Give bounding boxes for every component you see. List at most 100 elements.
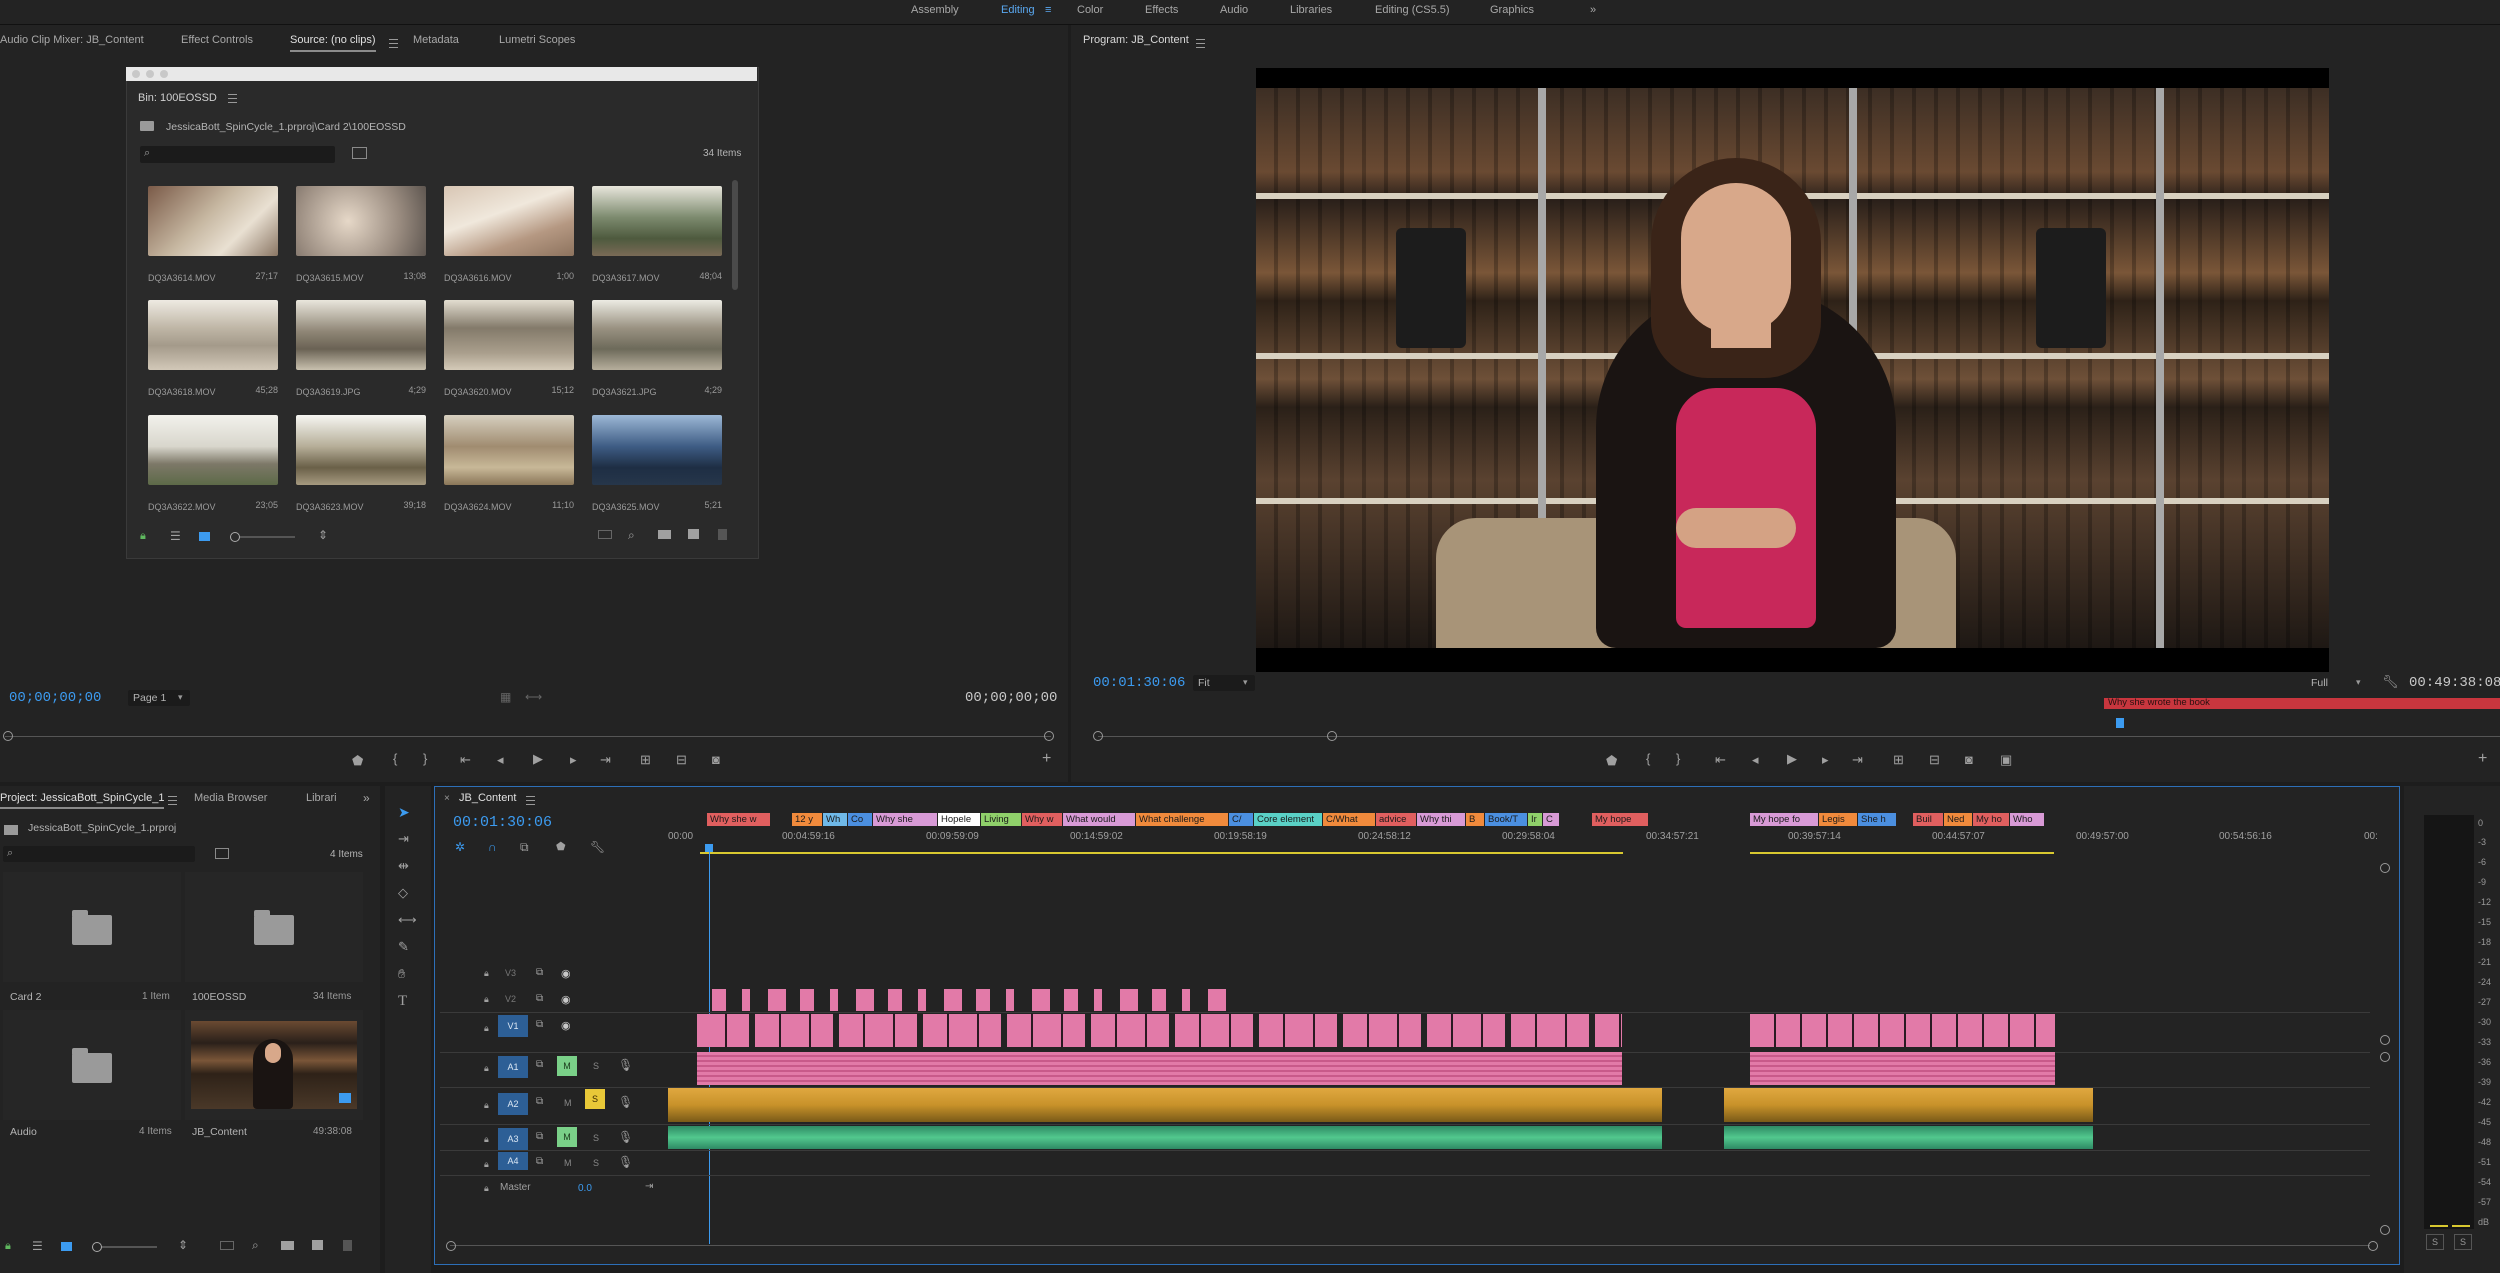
add-marker-icon[interactable]: ⬟ [556, 840, 566, 853]
find-icon[interactable]: ⌕ [628, 528, 635, 543]
lock-icon[interactable]: 🔒︎ [484, 1183, 489, 1194]
project-item-jb-content[interactable] [185, 1010, 363, 1120]
solo-button[interactable]: S [593, 1158, 599, 1168]
track-label-v1[interactable]: V1 [498, 1015, 528, 1037]
zoom-slider[interactable] [92, 1242, 157, 1252]
mark-in-icon[interactable]: { [393, 751, 397, 766]
sequence-marker[interactable]: What challenge [1136, 813, 1228, 826]
solo-right-button[interactable]: S [2454, 1234, 2472, 1250]
solo-button[interactable]: S [593, 1061, 599, 1071]
a2-audio-clip-1[interactable] [668, 1088, 1662, 1122]
program-timecode[interactable]: 00:01:30:06 [1093, 675, 1185, 691]
tab-project[interactable]: Project: JessicaBott_SpinCycle_1 [0, 792, 165, 809]
program-zoom-handle-left[interactable] [1093, 731, 1103, 741]
timeline-zoom-handle-right[interactable] [2368, 1241, 2378, 1251]
fit-select[interactable]: Fit ▾ [1193, 675, 1255, 691]
sequence-marker[interactable]: She h [1858, 813, 1896, 826]
nest-icon[interactable]: ✲ [455, 840, 465, 854]
clip-thumbnail[interactable] [592, 300, 722, 370]
solo-left-button[interactable]: S [2426, 1234, 2444, 1250]
a1-clips-group-1[interactable] [697, 1052, 1622, 1085]
sequence-marker[interactable]: B [1466, 813, 1484, 826]
wrench-icon[interactable]: 🔧︎ [2382, 674, 2399, 690]
slip-tool-icon[interactable]: ⟷ [398, 912, 417, 928]
source-timecode[interactable]: 00;00;00;00 [9, 690, 101, 706]
step-back-icon[interactable]: ◂ [497, 752, 504, 768]
tab-audio-clip-mixer[interactable]: Audio Clip Mixer: JB_Content [0, 34, 144, 46]
mark-in-icon[interactable]: { [1646, 751, 1650, 766]
lock-icon[interactable]: 🔒︎ [5, 1240, 11, 1253]
fit-icon[interactable]: ▦ [500, 690, 511, 704]
mark-out-icon[interactable]: } [423, 751, 427, 766]
go-to-out-icon[interactable]: ⇥ [1852, 752, 1863, 768]
lock-icon[interactable]: 🔒︎ [484, 1100, 489, 1111]
icon-view-icon[interactable] [61, 1242, 72, 1251]
button-editor-icon[interactable]: + [2478, 750, 2487, 768]
workspace-color[interactable]: Color [1077, 4, 1103, 16]
mute-button[interactable]: M [557, 1056, 577, 1076]
clip-thumbnail[interactable] [444, 186, 574, 256]
sort-icon[interactable]: ⇕ [178, 1238, 188, 1252]
program-playhead[interactable] [2116, 718, 2124, 728]
zoom-slider[interactable] [230, 532, 295, 542]
source-scrub-bar[interactable] [5, 736, 1051, 737]
close-icon[interactable] [132, 70, 140, 78]
eye-icon[interactable]: ◉ [561, 967, 571, 980]
mute-button[interactable]: M [557, 1127, 577, 1147]
program-scrub-bar[interactable] [1098, 736, 2500, 737]
go-to-in-icon[interactable]: ⇤ [1715, 752, 1726, 768]
microphone-icon[interactable]: 🎙︎ [618, 1095, 633, 1109]
new-bin-icon[interactable] [281, 1241, 294, 1250]
extract-icon[interactable]: ⊟ [1929, 752, 1940, 768]
track-select-tool-icon[interactable]: ⇥ [398, 831, 409, 847]
timeline-playhead-handle[interactable] [705, 844, 713, 852]
clip-thumbnail[interactable] [296, 415, 426, 485]
sequence-marker[interactable]: Why she w [707, 813, 770, 826]
solo-button[interactable]: S [593, 1133, 599, 1143]
timeline-tab[interactable]: JB_Content [459, 792, 516, 804]
add-marker-icon[interactable]: ⬟ [352, 753, 363, 769]
sequence-marker[interactable]: Book/T [1485, 813, 1527, 826]
sequence-marker[interactable]: advice [1376, 813, 1416, 826]
go-to-out-icon[interactable]: ⇥ [600, 752, 611, 768]
new-bin-icon[interactable] [658, 530, 671, 539]
ripple-edit-tool-icon[interactable]: ⇹ [398, 858, 409, 874]
zoom-slider-handle[interactable] [92, 1242, 102, 1252]
tab-metadata[interactable]: Metadata [413, 34, 459, 46]
microphone-icon[interactable]: 🎙︎ [618, 1058, 633, 1072]
comparison-view-icon[interactable]: ▣ [2000, 752, 2012, 768]
program-menu-icon[interactable] [1190, 36, 1205, 50]
sequence-marker[interactable]: Why w [1022, 813, 1062, 826]
workspace-editing[interactable]: Editing [1001, 4, 1035, 16]
go-to-in-icon[interactable]: ⇤ [460, 752, 471, 768]
workspace-libraries[interactable]: Libraries [1290, 4, 1332, 16]
audio-scroll-handle-top[interactable] [2380, 1052, 2390, 1062]
mark-out-icon[interactable]: } [1676, 751, 1680, 766]
eye-icon[interactable]: ◉ [561, 1019, 571, 1032]
work-area-bar[interactable] [700, 852, 1623, 854]
work-area-bar[interactable] [1750, 852, 2054, 854]
find-icon[interactable]: ⌕ [252, 1238, 259, 1253]
timeline-timecode[interactable]: 00:01:30:06 [453, 814, 552, 831]
program-marker-bar[interactable]: Why she wrote the book [2104, 697, 2500, 709]
a3-audio-clip-1[interactable] [668, 1126, 1662, 1149]
razor-tool-icon[interactable]: ◇ [398, 885, 408, 901]
clip-thumbnail[interactable] [444, 415, 574, 485]
lock-icon[interactable]: 🔒︎ [484, 968, 489, 979]
sync-lock-icon[interactable]: ⧉ [536, 967, 543, 978]
sync-lock-icon[interactable]: ⧉ [536, 1059, 543, 1070]
button-editor-icon[interactable]: + [1042, 750, 1051, 768]
snap-icon[interactable]: ∩ [488, 840, 497, 854]
lock-icon[interactable]: 🔒︎ [484, 1023, 489, 1034]
sequence-marker[interactable]: My hope fo [1750, 813, 1818, 826]
panel-overflow-icon[interactable]: » [363, 791, 370, 805]
microphone-icon[interactable]: 🎙︎ [618, 1130, 633, 1144]
close-tab-icon[interactable]: × [444, 793, 450, 804]
lock-icon[interactable]: 🔒︎ [484, 1134, 489, 1145]
automate-to-sequence-icon[interactable] [220, 1241, 234, 1250]
v2-clips[interactable] [712, 989, 1230, 1011]
master-volume-value[interactable]: 0.0 [578, 1183, 592, 1194]
workspace-overflow-icon[interactable]: » [1590, 4, 1596, 16]
clip-thumbnail[interactable] [444, 300, 574, 370]
new-search-bin-icon[interactable] [352, 147, 367, 159]
